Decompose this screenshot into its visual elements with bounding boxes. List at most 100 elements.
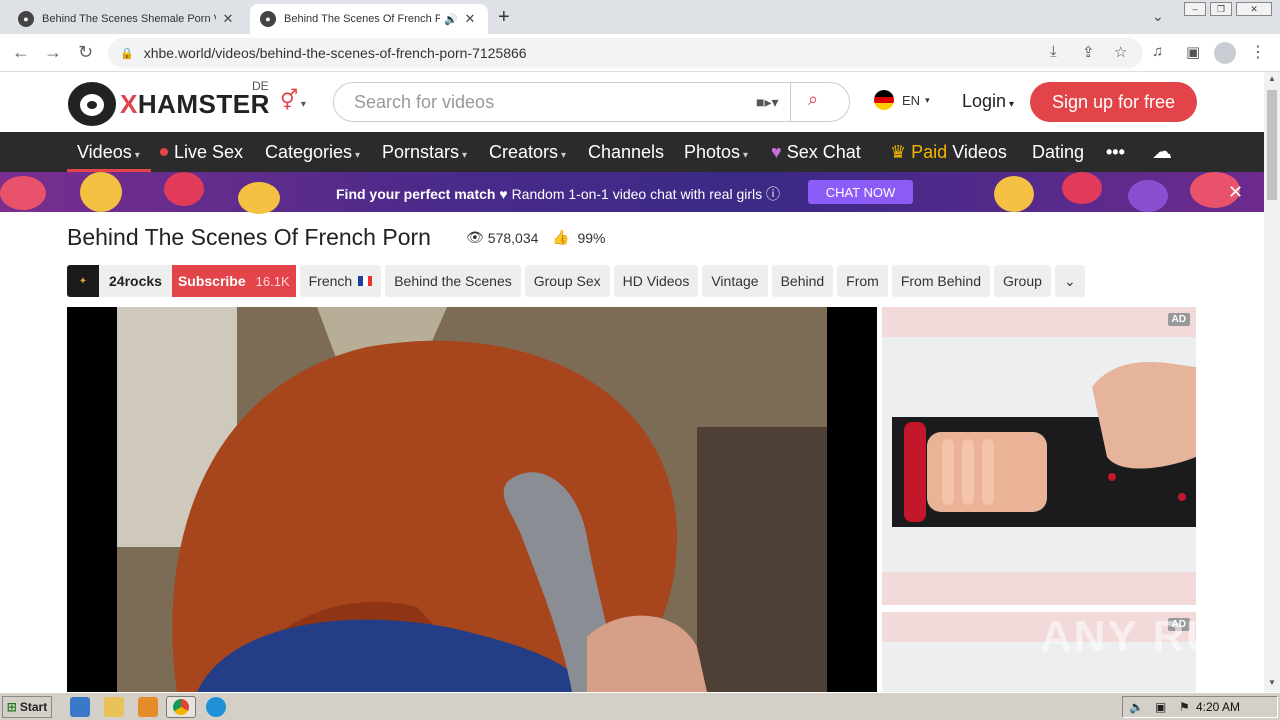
internet-explorer-icon[interactable] (70, 697, 90, 717)
chrome-taskbar-button[interactable] (166, 696, 196, 718)
upload-cloud-icon[interactable]: ☁ (1152, 139, 1172, 164)
gender-filter-icon[interactable]: ⚥ ▾ (280, 88, 306, 113)
minimize-button[interactable]: – (1184, 2, 1206, 16)
address-bar[interactable]: 🔒 xhbe.world/videos/behind-the-scenes-of… (108, 38, 1143, 68)
promo-banner[interactable]: Find your perfect match ♥ Random 1-on-1 … (0, 172, 1264, 214)
chevron-down-icon: ▾ (462, 150, 468, 161)
speaker-icon[interactable]: 🔊 (444, 13, 458, 26)
tag-chip[interactable]: French (299, 265, 382, 297)
nav-photos[interactable]: Photos ▾ (684, 142, 748, 163)
nav-videos[interactable]: Videos ▾ (77, 142, 140, 163)
tag-chip[interactable]: Behind (771, 265, 834, 297)
video-camera-icon[interactable]: ■▸▾ (756, 94, 779, 111)
reload-icon[interactable]: ↻ (78, 42, 93, 63)
windows-taskbar: ⊞ Start 🔈 ▣ ⚑ 4:20 AM (0, 692, 1280, 720)
share-icon[interactable]: ⇪ (1082, 43, 1095, 61)
anyrun-watermark: ANY RUN (1040, 612, 1254, 661)
flag-icon[interactable]: ⚑ (1179, 700, 1190, 714)
install-icon[interactable]: ⤓ (1050, 43, 1057, 60)
heart-icon: ♥ (499, 186, 512, 202)
tag-chip[interactable]: Group Sex (524, 265, 610, 297)
close-tab-icon[interactable]: ✕ (220, 11, 236, 27)
scroll-down-icon[interactable]: ▼ (1268, 678, 1276, 687)
promo-text: Random 1-on-1 video chat with real girls (511, 186, 763, 202)
nav-pornstars[interactable]: Pornstars ▾ (382, 142, 467, 163)
bookmark-star-icon[interactable]: ☆ (1114, 43, 1127, 61)
thumbs-up-icon[interactable]: 👍 (552, 229, 569, 246)
nav-label: Videos (952, 142, 1007, 162)
tab-search-icon[interactable]: ⌄ (1152, 8, 1164, 25)
expand-tags-button[interactable]: ⌄ (1054, 265, 1085, 297)
file-explorer-icon[interactable] (104, 697, 124, 717)
subscriber-count: 16.1K (255, 273, 290, 289)
browser-toolbar: ← → ↻ 🔒 xhbe.world/videos/behind-the-sce… (0, 34, 1280, 72)
nav-creators[interactable]: Creators ▾ (489, 142, 566, 163)
page-scrollbar[interactable]: ▲ ▼ (1264, 72, 1280, 692)
site-logo[interactable]: XHAMSTER (68, 82, 270, 126)
lock-icon[interactable]: 🔒 (120, 47, 134, 60)
back-icon[interactable]: ← (12, 42, 30, 63)
close-tab-icon[interactable]: ✕ (462, 11, 478, 27)
heart-eyes-emoji-icon (238, 182, 280, 214)
volume-icon[interactable]: 🔈 (1129, 700, 1144, 714)
restore-button[interactable]: ❐ (1210, 2, 1232, 16)
signup-button[interactable]: Sign up for free (1030, 82, 1197, 122)
video-title: Behind The Scenes Of French Porn (67, 224, 431, 250)
subscribe-label: Subscribe (177, 273, 246, 289)
tag-chip[interactable]: Group (994, 265, 1051, 297)
start-label: Start (19, 700, 48, 714)
forward-icon[interactable]: → (44, 42, 62, 63)
channel-link[interactable]: ✦ 24rocks (67, 265, 172, 297)
nav-paid-videos[interactable]: ♛ Paid Videos (890, 142, 1007, 163)
start-button[interactable]: ⊞ Start (2, 696, 52, 718)
browser-tab-2[interactable]: ● Behind The Scenes Of French P 🔊 ✕ (250, 4, 488, 34)
video-player[interactable] (67, 307, 877, 692)
side-panel-icon[interactable]: ▣ (1186, 43, 1200, 61)
new-tab-button[interactable]: + (498, 6, 510, 29)
network-icon[interactable]: ▣ (1155, 700, 1166, 714)
nav-categories[interactable]: Categories ▾ (265, 142, 360, 163)
close-icon[interactable]: ✕ (1228, 182, 1243, 203)
search-icon[interactable]: ⌕ (808, 89, 818, 110)
nav-dating[interactable]: Dating (1032, 142, 1084, 163)
scrollbar-thumb[interactable] (1267, 90, 1277, 200)
nav-live-sex[interactable]: Live Sex (160, 142, 243, 163)
ad-image (882, 307, 1196, 605)
devil-emoji-icon (1128, 180, 1168, 212)
chat-now-button[interactable]: CHAT NOW (808, 180, 913, 204)
close-window-button[interactable]: ✕ (1236, 2, 1272, 16)
tag-chip[interactable]: From Behind (891, 265, 990, 297)
rating[interactable]: 👍 99% (552, 229, 605, 246)
chevron-down-icon: ▾ (743, 150, 749, 161)
chrome-icon (173, 699, 189, 715)
search-input[interactable]: Search for videos ■▸▾ ⌕ (333, 82, 850, 122)
subscribe-button[interactable]: Subscribe 16.1K (171, 265, 296, 297)
nav-sex-chat[interactable]: ♥ Sex Chat (771, 142, 861, 163)
edge-icon[interactable] (206, 697, 226, 717)
media-control-icon[interactable]: ♫ (1152, 43, 1163, 60)
info-icon[interactable]: ⓘ (766, 186, 780, 202)
media-player-icon[interactable] (138, 697, 158, 717)
tag-chip[interactable]: Vintage (702, 265, 768, 297)
hamster-logo-icon (68, 82, 116, 126)
nav-label: Live Sex (174, 142, 244, 162)
tag-chip[interactable]: HD Videos (613, 265, 699, 297)
chevron-down-icon: ▾ (561, 150, 567, 161)
nav-label: Sex Chat (786, 142, 861, 162)
tag-row: ✦ 24rocks Subscribe 16.1K French Behind … (67, 265, 1085, 297)
browser-menu-icon[interactable]: ⋮ (1250, 42, 1266, 62)
language-selector[interactable]: EN ▾ (874, 90, 930, 110)
nav-label: Photos (684, 142, 741, 162)
nav-channels[interactable]: Channels (588, 142, 664, 163)
video-frame[interactable] (117, 307, 827, 692)
browser-tab-1[interactable]: ● Behind The Scenes Shemale Porn Vid ✕ (8, 4, 246, 34)
tag-chip[interactable]: Behind the Scenes (385, 265, 521, 297)
profile-avatar[interactable] (1214, 42, 1236, 64)
ad-banner[interactable]: AD (882, 307, 1196, 605)
views-value: 578,034 (487, 229, 539, 246)
url-text: xhbe.world/videos/behind-the-scenes-of-f… (143, 45, 527, 61)
nav-more[interactable]: ••• (1106, 142, 1125, 163)
login-button[interactable]: Login ▾ (962, 91, 1014, 112)
tag-chip[interactable]: From (837, 265, 888, 297)
scroll-up-icon[interactable]: ▲ (1268, 74, 1276, 83)
